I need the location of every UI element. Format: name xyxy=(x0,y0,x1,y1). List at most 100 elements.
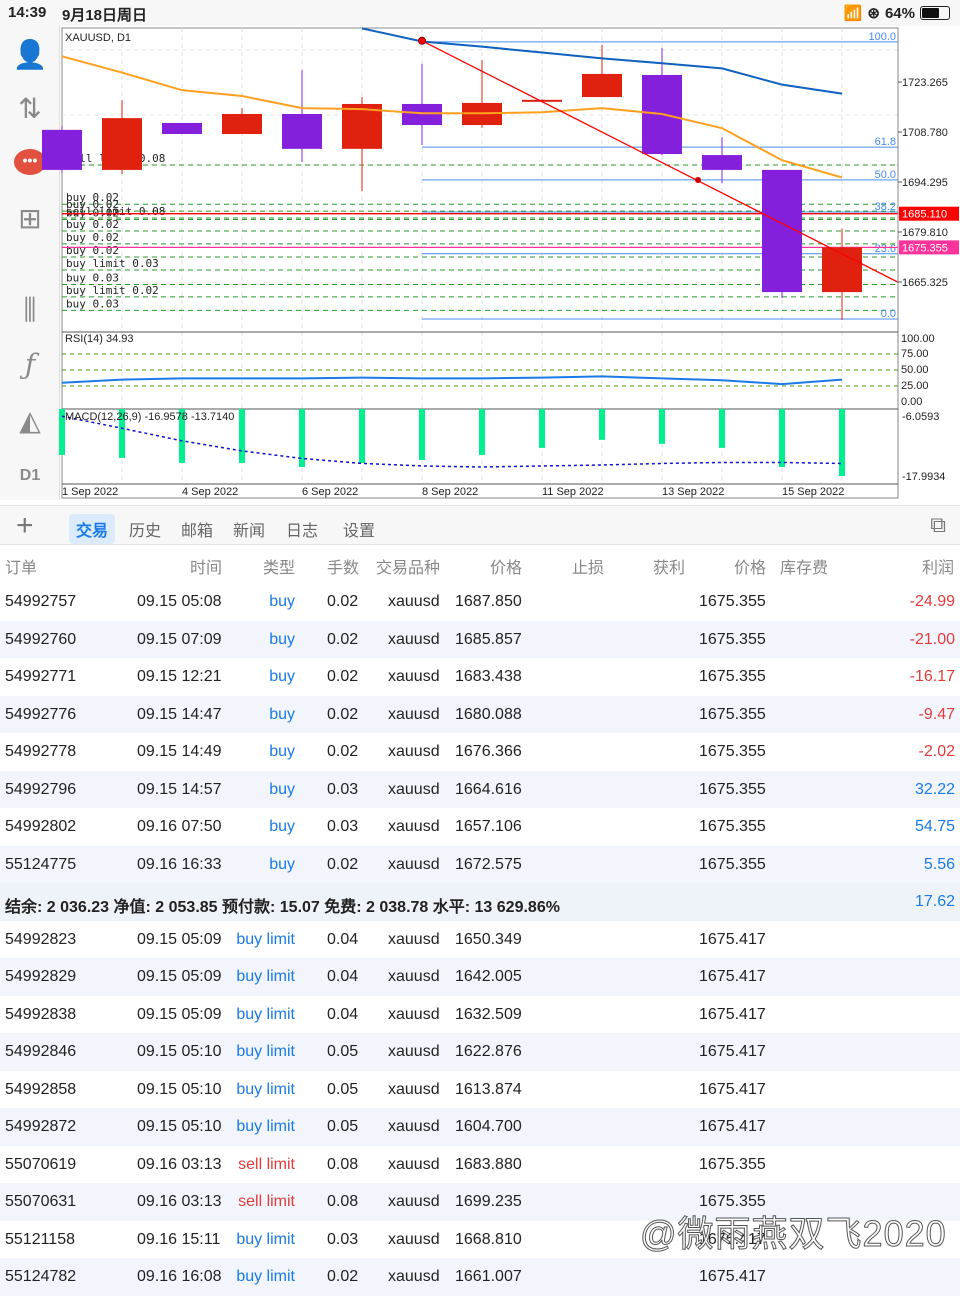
position-row[interactable]: 54992796 09.15 14:57 buy 0.03 xauusd 1664.616… xyxy=(0,770,960,808)
tab-settings[interactable]: 设置 xyxy=(336,514,382,544)
type: buy limit xyxy=(236,930,295,948)
pending-order-row[interactable]: 54992823 09.15 05:09 buy limit 0.04 xauusd 16… xyxy=(0,921,960,959)
type: buy xyxy=(269,705,295,723)
time: 09.15 14:47 xyxy=(137,705,222,723)
time: 09.16 16:33 xyxy=(137,855,222,873)
order-id: 54992778 xyxy=(5,743,77,760)
macd-histogram-bar xyxy=(779,409,785,467)
open-price: 1683.438 xyxy=(455,668,522,685)
pending-order-row[interactable]: 54992872 09.15 05:10 buy limit 0.05 xauusd 16… xyxy=(0,1108,960,1146)
price-tick-label: 1723.265 xyxy=(902,77,948,89)
position-row[interactable]: 54992771 09.15 12:21 buy 0.02 xauusd 1683.438… xyxy=(0,658,960,696)
pending-order-row[interactable]: 55070619 09.16 03:13 sell limit 0.08 xauusd 1… xyxy=(0,1146,960,1184)
current-price: 1675.417 xyxy=(699,930,766,948)
position-row[interactable]: 54992778 09.15 14:49 buy 0.02 xauusd 1676.366… xyxy=(0,733,960,771)
order-id: 54992846 xyxy=(5,1043,77,1060)
col-swap[interactable]: 库存费 xyxy=(780,554,828,578)
position-row[interactable]: 54992802 09.16 07:50 buy 0.03 xauusd 1657.106… xyxy=(0,808,960,846)
col-symbol[interactable]: 交易品种 xyxy=(376,554,440,578)
total-profit: 17.62 xyxy=(914,893,955,910)
current-price: 1675.355 xyxy=(699,743,766,760)
tab-news[interactable]: 新闻 xyxy=(226,514,272,544)
chart-title: XAUUSD, D1 xyxy=(65,32,131,44)
col-sl[interactable]: 止损 xyxy=(572,554,604,578)
symbol: xauusd xyxy=(388,630,440,648)
order-line-label: buy 0.02 xyxy=(66,218,119,231)
col-profit[interactable]: 利润 xyxy=(922,554,954,578)
time: 09.16 03:13 xyxy=(137,1155,222,1173)
candle-body xyxy=(402,103,442,126)
candle-body xyxy=(102,118,142,170)
current-price: 1675.355 xyxy=(699,668,766,685)
col-tp[interactable]: 获利 xyxy=(653,554,685,578)
time: 09.15 05:10 xyxy=(137,1080,222,1098)
profit: -9.47 xyxy=(918,705,955,723)
current-price: 1675.355 xyxy=(699,630,766,648)
time: 09.15 14:57 xyxy=(137,780,222,798)
type: sell limit xyxy=(238,1193,295,1210)
tab-trade[interactable]: 交易 xyxy=(69,514,116,544)
macd-histogram-bar xyxy=(539,409,545,448)
add-icon[interactable]: + xyxy=(16,509,34,543)
time: 09.15 07:09 xyxy=(137,630,222,648)
type: buy limit xyxy=(236,1043,295,1060)
col-order[interactable]: 订单 xyxy=(5,554,37,578)
pending-order-row[interactable]: 55124782 09.16 16:08 buy limit 0.02 xauusd 16… xyxy=(0,1258,960,1296)
current-price: 1675.417 xyxy=(699,1043,766,1060)
current-price: 1675.355 xyxy=(699,1155,766,1173)
open-price: 1683.880 xyxy=(455,1155,522,1173)
rsi-tick-label: 0.00 xyxy=(901,396,922,408)
profit: 32.22 xyxy=(914,780,955,798)
col-price[interactable]: 价格 xyxy=(490,554,522,578)
current-price: 1675.417 xyxy=(699,1005,766,1023)
pending-order-row[interactable]: 54992846 09.15 05:10 buy limit 0.05 xauusd 16… xyxy=(0,1033,960,1071)
pending-order-row[interactable]: 54992858 09.15 05:10 buy limit 0.05 xauusd 16… xyxy=(0,1071,960,1109)
symbol: xauusd xyxy=(388,855,440,873)
symbol: xauusd xyxy=(388,593,440,610)
type: buy xyxy=(269,818,295,835)
order-id: 54992796 xyxy=(5,780,77,798)
col-lots[interactable]: 手数 xyxy=(327,554,359,578)
position-row[interactable]: 54992760 09.15 07:09 buy 0.02 xauusd 1685.857… xyxy=(0,620,960,658)
lots: 0.03 xyxy=(327,780,359,798)
symbol: xauusd xyxy=(388,668,440,685)
time: 09.16 15:11 xyxy=(137,1230,221,1248)
open-price: 1672.575 xyxy=(455,855,522,873)
date-label: 8 Sep 2022 xyxy=(422,486,478,498)
price-chart[interactable]: sell limit 0.08buy 0.02buy 0.02sell limi… xyxy=(0,0,960,500)
tab-history[interactable]: 历史 xyxy=(122,514,168,544)
open-price: 1650.349 xyxy=(455,930,522,948)
symbol: xauusd xyxy=(388,818,440,835)
tab-mailbox[interactable]: 邮箱 xyxy=(174,514,220,544)
time: 09.15 14:49 xyxy=(137,743,222,760)
macd-histogram-bar xyxy=(479,409,485,455)
lots: 0.05 xyxy=(327,1118,359,1135)
position-row[interactable]: 54992776 09.15 14:47 buy 0.02 xauusd 1680.088… xyxy=(0,695,960,733)
open-price: 1661.007 xyxy=(455,1268,522,1285)
order-id: 54992802 xyxy=(5,818,77,835)
col-type[interactable]: 类型 xyxy=(263,554,295,578)
pending-order-row[interactable]: 54992838 09.15 05:09 buy limit 0.04 xauusd 16… xyxy=(0,996,960,1034)
layout-icon[interactable]: ⧉ xyxy=(930,512,946,538)
pending-order-row[interactable]: 54992829 09.15 05:09 buy limit 0.04 xauusd 16… xyxy=(0,958,960,996)
symbol: xauusd xyxy=(388,780,440,798)
col-time[interactable]: 时间 xyxy=(190,554,222,578)
rsi-tick-label: 100.00 xyxy=(901,333,935,345)
type: buy limit xyxy=(236,1005,295,1023)
current-price: 1675.355 xyxy=(699,705,766,723)
col-current-price[interactable]: 价格 xyxy=(734,554,766,578)
time: 09.15 05:10 xyxy=(137,1043,222,1060)
macd-histogram-bar xyxy=(839,409,845,476)
order-line-label: buy 0.02 xyxy=(66,244,119,257)
date-label: 6 Sep 2022 xyxy=(302,486,358,498)
tab-journal[interactable]: 日志 xyxy=(279,514,325,544)
position-row[interactable]: 54992757 09.15 05:08 buy 0.02 xauusd 1687.850… xyxy=(0,583,960,621)
symbol: xauusd xyxy=(388,968,440,985)
time: 09.15 12:21 xyxy=(137,668,222,685)
order-id: 54992823 xyxy=(5,930,77,948)
symbol: xauusd xyxy=(388,1118,440,1135)
lots: 0.02 xyxy=(327,855,359,873)
rsi-tick-label: 50.00 xyxy=(901,364,929,376)
position-row[interactable]: 55124775 09.16 16:33 buy 0.02 xauusd 1672.575… xyxy=(0,845,960,883)
price-tick-label: 1665.325 xyxy=(902,277,948,289)
